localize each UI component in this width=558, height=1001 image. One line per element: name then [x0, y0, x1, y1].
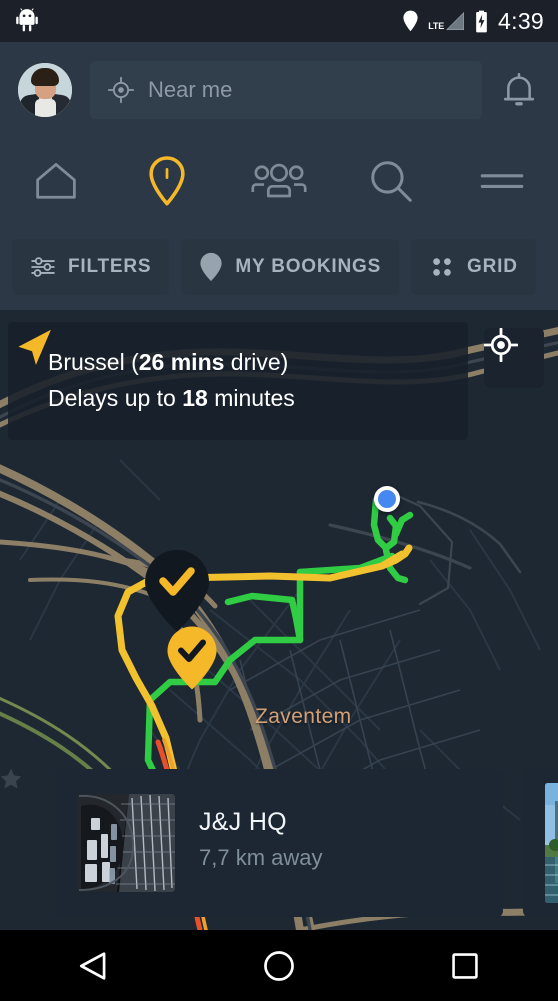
traffic-delay-prefix: Delays up to [48, 385, 183, 411]
traffic-destination-prefix: Brussel ( [48, 349, 139, 376]
traffic-mode-suffix: drive) [224, 349, 289, 376]
traffic-info-card[interactable]: Brussel (26 mins drive) Delays up to 18 … [8, 322, 468, 440]
status-bar-clock: 4:39 [498, 7, 544, 34]
app-root: LTE 4:39 Near me FILTERS MY BOOKINGS GRI… [0, 0, 558, 1001]
grid-button[interactable]: GRID [411, 239, 536, 295]
recents-square-icon [452, 952, 478, 979]
pin-filled-icon [200, 252, 222, 282]
map-canvas[interactable]: Zaventem Brussel (26 mins drive) Delays … [0, 310, 558, 930]
sidebar-item-people[interactable] [223, 138, 335, 224]
traffic-delay-line: Delays up to 18 minutes [48, 381, 295, 417]
search-input[interactable] [148, 77, 464, 103]
filters-button[interactable]: FILTERS [12, 239, 170, 295]
sliders-icon [31, 257, 55, 277]
place-card-carousel[interactable]: J&J HQ 7,7 km away [0, 768, 558, 918]
my-bookings-button[interactable]: MY BOOKINGS [181, 239, 400, 295]
gps-crosshair-icon [484, 328, 518, 362]
blue-location-dot [374, 486, 400, 512]
search-bar[interactable] [90, 61, 482, 119]
user-avatar[interactable] [18, 63, 72, 117]
filter-chip-row: FILTERS MY BOOKINGS GRID [0, 224, 558, 310]
my-location-button[interactable] [484, 328, 544, 388]
place-distance: 7,7 km away [199, 844, 323, 870]
battery-charging-icon [476, 10, 487, 32]
traffic-delay-suffix: minutes [207, 385, 295, 411]
sidebar-item-menu[interactable] [446, 138, 558, 224]
people-group-icon [251, 163, 307, 198]
crosshair-target-icon [108, 77, 134, 103]
signal-bars-icon [446, 12, 465, 30]
traffic-duration: 26 mins [138, 349, 225, 376]
navigation-arrow-icon [18, 329, 51, 365]
search-icon [370, 161, 412, 202]
sidebar-item-places[interactable] [112, 138, 224, 224]
map-pin-icon [149, 156, 186, 206]
traffic-eta-line: Brussel (26 mins drive) [48, 345, 295, 381]
main-nav-tabs [0, 138, 558, 224]
grid-label: GRID [467, 256, 518, 277]
grid-dots-icon [433, 258, 451, 276]
sidebar-item-search[interactable] [335, 138, 447, 224]
place-title: J&J HQ [199, 807, 287, 836]
home-circle-icon [264, 950, 294, 981]
android-robot-icon [16, 8, 38, 32]
sidebar-item-home[interactable] [0, 138, 112, 224]
place-thumbnail [77, 794, 175, 892]
my-bookings-label: MY BOOKINGS [235, 256, 382, 277]
network-type-label: LTE [428, 21, 445, 31]
location-pin-icon [403, 10, 418, 32]
back-triangle-icon [79, 951, 106, 980]
android-back-button[interactable] [48, 930, 138, 1001]
app-header [0, 42, 558, 138]
network-indicator: LTE [428, 11, 465, 31]
place-thumbnail-2 [545, 783, 558, 903]
android-navigation-bar [0, 930, 558, 1001]
home-icon [36, 163, 76, 199]
star-icon[interactable] [0, 768, 22, 789]
status-bar: LTE 4:39 [0, 0, 558, 42]
filters-label: FILTERS [68, 256, 152, 277]
android-home-button[interactable] [234, 930, 324, 1001]
place-card-second[interactable] [523, 769, 558, 917]
traffic-delay-value: 18 [182, 385, 208, 411]
hamburger-menu-icon [480, 174, 524, 188]
android-recents-button[interactable] [420, 930, 510, 1001]
place-card-jj-hq[interactable]: J&J HQ 7,7 km away [1, 769, 503, 917]
notifications-button[interactable] [498, 68, 540, 112]
bell-icon [503, 73, 535, 106]
